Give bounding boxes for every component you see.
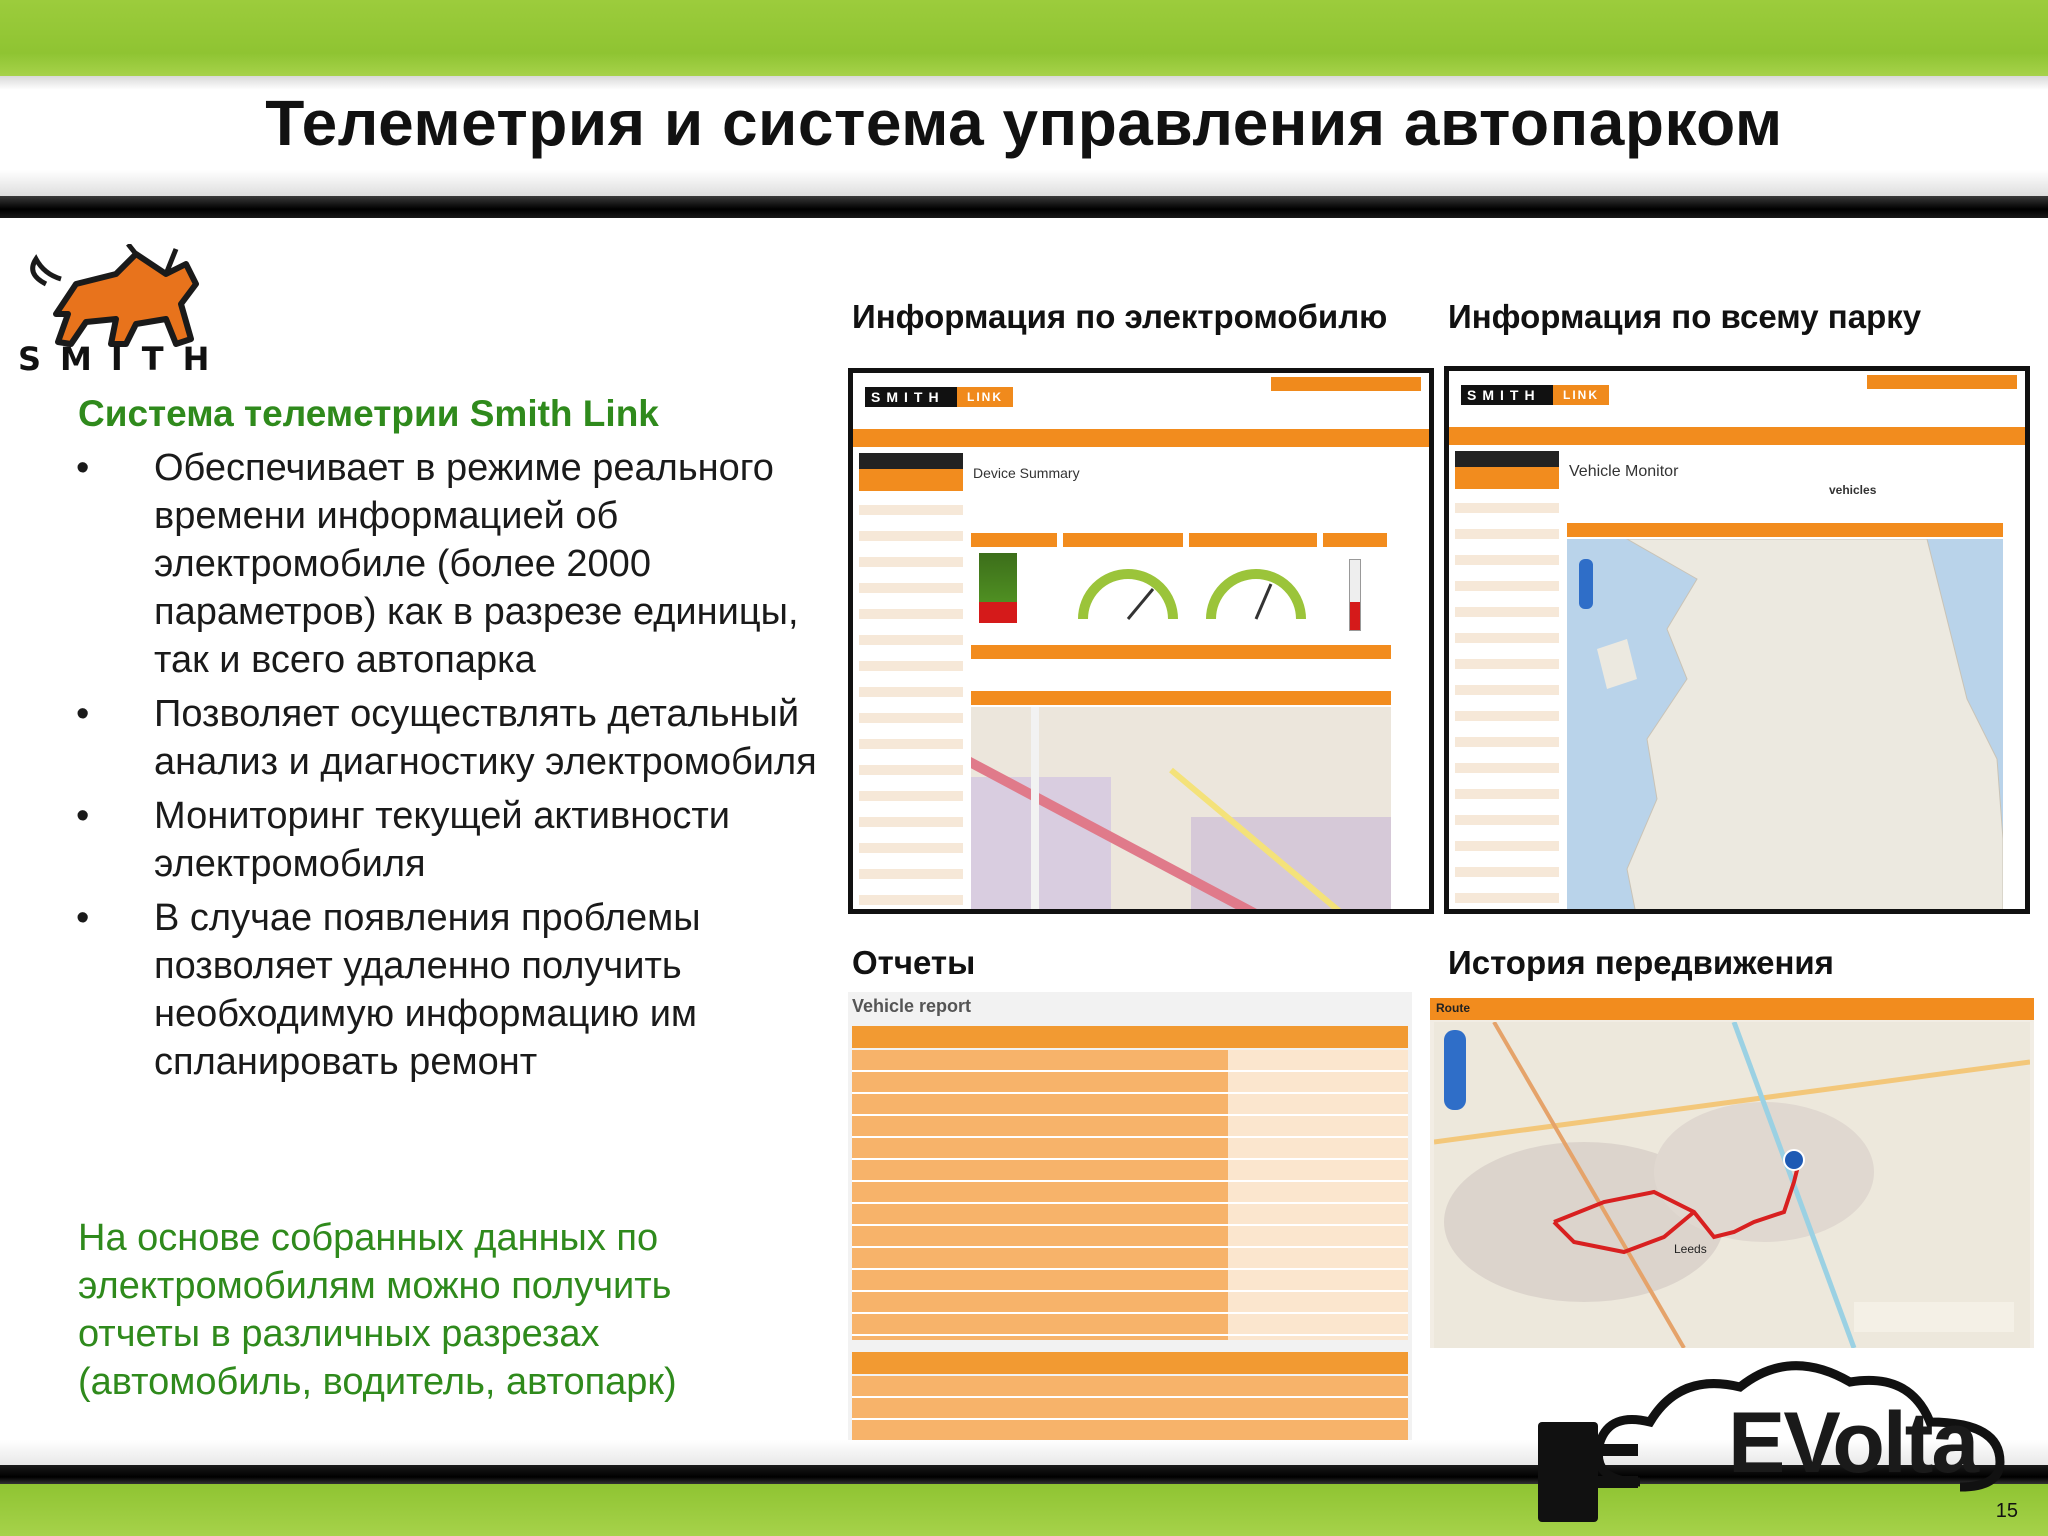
vehicle-monitor-title: Vehicle Monitor: [1569, 463, 1679, 480]
app-nav-bar: [1449, 427, 2025, 445]
geo-location-header: [971, 691, 1391, 705]
app-logo: SMITH: [865, 387, 957, 407]
report-subtable-rows: [852, 1376, 1408, 1440]
app-logo-tag: LINK: [957, 387, 1013, 407]
device-summary-screenshot: SMITH LINK Device Summary: [848, 368, 1434, 914]
slide-title: Телеметрия и система управления автопарк…: [265, 87, 1783, 159]
report-subtable-header: [852, 1352, 1408, 1374]
route-map-drawing: [1434, 1022, 2030, 1348]
fault-list-header: [971, 645, 1391, 659]
sidebar-selected: [1455, 467, 1559, 489]
bullet-text: Мониторинг текущей активности электромоб…: [154, 795, 730, 885]
vehicle-report-screenshot: Vehicle report: [848, 992, 1412, 1440]
route-map[interactable]: Leeds: [1434, 1022, 2030, 1348]
evolta-brand-text: EVolta: [1728, 1395, 1979, 1491]
last-known-location-header: [1567, 523, 2003, 537]
sidebar-header: [859, 453, 963, 469]
title-bar-shadow: [0, 170, 2048, 196]
map-road: [1031, 707, 1039, 909]
user-bar: [1271, 377, 1421, 391]
page-number: 15: [1995, 1500, 2018, 1522]
uk-map-shape: [1579, 539, 2003, 909]
vehicle-location-map[interactable]: [971, 707, 1391, 909]
list-item: • Позволяет осуществлять детальный анализ…: [70, 690, 830, 786]
title-divider-bar: [0, 196, 2048, 218]
smith-link-heading: Система телеметрии Smith Link: [78, 393, 659, 434]
vehicle-list-sidebar: [859, 453, 963, 909]
sidebar-selected: [859, 469, 963, 491]
bullet-glyph: •: [76, 795, 90, 837]
sidebar-header: [1455, 451, 1559, 467]
voltage-gauge: [1078, 569, 1178, 620]
route-history-screenshot: Route Leeds: [1430, 998, 2034, 1348]
map-city-label: Leeds: [1674, 1242, 1707, 1256]
device-summary-title: Device Summary: [973, 465, 1080, 481]
bullet-text: В случае появления проблемы позволяет уд…: [154, 897, 701, 1083]
app-nav-bar: [853, 429, 1429, 447]
fleet-info-label: Информация по всему парку: [1448, 298, 1922, 335]
list-item: • В случае появления проблемы позволяет у…: [70, 894, 830, 1086]
current-gauge: [1206, 569, 1306, 620]
bullet-text: Позволяет осуществлять детальный анализ …: [154, 693, 817, 783]
bullet-glyph: •: [76, 693, 90, 735]
battery-temp-header: [1323, 533, 1387, 547]
temperature-thermometer: [1349, 559, 1361, 631]
list-item: • Мониторинг текущей активности электромо…: [70, 792, 830, 888]
vehicle-info-label: Информация по электромобилю: [852, 298, 1388, 335]
feature-list: • Обеспечивает в режиме реального времени…: [70, 444, 830, 1092]
bullet-glyph: •: [76, 447, 90, 489]
top-green-band: [0, 0, 2048, 76]
app-logo: SMITH: [1461, 385, 1553, 405]
battery-charge-header: [971, 533, 1057, 547]
bullet-glyph: •: [76, 897, 90, 939]
vehicle-monitor-screenshot: SMITH LINK Vehicle Monitor vehicles: [1444, 366, 2030, 914]
user-bar: [1867, 375, 2017, 389]
app-logo-tag: LINK: [1553, 385, 1609, 405]
report-table-values: [1228, 1050, 1408, 1340]
battery-current-header: [1189, 533, 1317, 547]
smith-brand-word: SMITH: [18, 340, 229, 378]
vehicle-report-title: Vehicle report: [852, 996, 972, 1016]
reports-label: Отчеты: [852, 944, 976, 981]
bullet-text: Обеспечивает в режиме реального времени …: [154, 447, 799, 681]
route-title: Route: [1436, 1001, 1470, 1015]
charge-level-bar: [979, 553, 1017, 623]
reports-summary-text: На основе собранных данных по электромоб…: [78, 1217, 677, 1403]
movement-history-label: История передвижения: [1448, 944, 1834, 981]
vehicle-list-sidebar: [1455, 451, 1559, 909]
route-header: Route: [1430, 998, 2034, 1020]
battery-voltage-header: [1063, 533, 1183, 547]
report-table-header: [852, 1026, 1408, 1048]
vehicles-count-label: vehicles: [1829, 483, 1877, 497]
list-item: • Обеспечивает в режиме реального времени…: [70, 444, 830, 684]
fleet-map[interactable]: [1567, 539, 2003, 909]
